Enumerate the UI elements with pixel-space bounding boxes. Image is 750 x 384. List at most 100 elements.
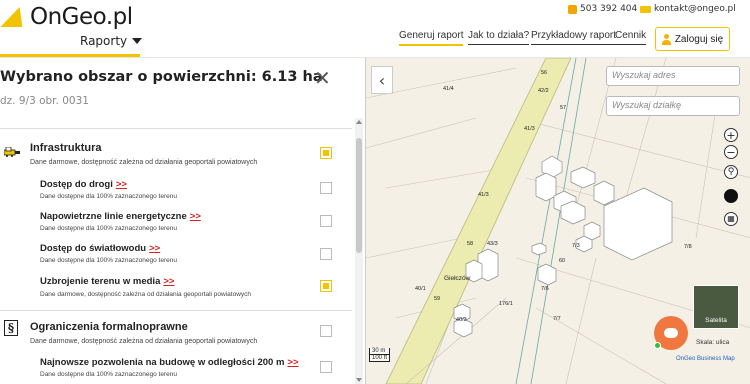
item-utilities[interactable]: Uzbrojenie terenu w media >> [40, 276, 174, 287]
scale-feet: 100 ft [369, 355, 391, 362]
item-road-access-label: Dostęp do drogi [40, 179, 113, 190]
address-search-input[interactable]: Wyszukaj adres [606, 66, 740, 86]
checkbox-road-access[interactable] [320, 182, 332, 194]
panel-scrollbar[interactable] [355, 118, 363, 384]
logo-triangle-icon [0, 7, 30, 27]
item-building-permits-label: Najnowsze pozwolenia na budowę w odległo… [40, 357, 285, 368]
panel-subtitle: dz. 9/3 obr. 0031 [0, 95, 89, 107]
section-divider [0, 310, 352, 311]
item-building-permits-desc: Dane dostępne dla 100% zaznaczonego tere… [40, 371, 177, 378]
item-building-permits[interactable]: Najnowsze pozwolenia na budowę w odległo… [40, 357, 299, 368]
phone-icon [568, 4, 577, 14]
scroll-down-icon[interactable] [356, 378, 362, 382]
parcel-label: 41/3 [524, 126, 535, 132]
paragraph-icon: § [4, 320, 18, 336]
item-building-permits-link[interactable]: >> [287, 357, 298, 368]
item-road-access-link[interactable]: >> [116, 179, 127, 190]
checkbox-legal[interactable] [320, 325, 332, 337]
parcel-search-input[interactable]: Wyszukaj działkę [606, 96, 740, 116]
section-title-infrastructure: Infrastruktura [30, 142, 102, 154]
parcel-label: 59 [434, 296, 440, 302]
item-road-access[interactable]: Dostęp do drogi >> [40, 179, 127, 190]
scale-level-label: Skala: ulica [696, 339, 730, 346]
item-power-lines-label: Napowietrzne linie energetyczne [40, 211, 187, 222]
checkbox-fiber-access[interactable] [320, 248, 332, 260]
email-contact[interactable]: kontakt@ongeo.pl [640, 4, 736, 14]
logo-underline [0, 54, 140, 57]
map-view[interactable]: 56 42/2 57 41/4 41/3 41/3 58 43/3 7/3 60… [365, 58, 750, 384]
checkbox-building-permits[interactable] [320, 361, 332, 373]
place-label: Giełczów [444, 275, 471, 282]
map-attribution[interactable]: OnGeo Business Map [676, 356, 735, 362]
parcel-label: 42/2 [538, 88, 549, 94]
parcel-label: 58 [467, 241, 473, 247]
item-power-lines-desc: Dane dostępne dla 100% zaznaczonego tere… [40, 225, 177, 232]
item-utilities-label: Uzbrojenie terenu w media [40, 276, 161, 287]
parcel-label: 40/1 [415, 286, 426, 292]
phone-contact[interactable]: 503 392 404 [568, 4, 637, 14]
panel-title: Wybrano obszar o powierzchni: 6.13 ha [0, 69, 323, 85]
layers-icon[interactable]: ▦ [724, 212, 738, 226]
section-title-legal: Ograniczenia formalnoprawne [30, 321, 188, 333]
item-fiber-access-label: Dostęp do światłowodu [40, 243, 147, 254]
parcel-label: 7/8 [684, 244, 692, 250]
parcel-label: 41/3 [478, 192, 489, 198]
caret-down-icon [132, 38, 143, 44]
user-icon [661, 33, 671, 45]
parcel-label: 40/3 [456, 317, 467, 323]
zoom-in-icon[interactable]: + [724, 128, 738, 142]
item-fiber-access-link[interactable]: >> [149, 243, 160, 254]
scroll-up-icon[interactable] [356, 120, 362, 124]
checkbox-infrastructure[interactable] [320, 147, 332, 159]
item-power-lines[interactable]: Napowietrzne linie energetyczne >> [40, 211, 201, 222]
email-address: kontakt@ongeo.pl [654, 4, 736, 14]
header: OnGeo.pl Raporty 503 392 404 kontakt@ong… [0, 0, 750, 58]
item-utilities-link[interactable]: >> [163, 276, 174, 287]
collapse-panel-button[interactable]: ‹ [371, 66, 393, 94]
zoom-out-icon[interactable]: − [724, 145, 738, 159]
parcel-label: 7/3 [572, 243, 580, 249]
scale-meters: 30 m [369, 348, 391, 355]
parcel-label: 41/4 [443, 86, 454, 92]
logo[interactable]: OnGeo.pl [0, 4, 133, 30]
item-power-lines-link[interactable]: >> [190, 211, 201, 222]
reports-menu[interactable]: Raporty [80, 34, 143, 48]
login-label: Zaloguj się [674, 33, 724, 45]
section-desc-legal: Dane darmowe, dostępność zależna od dzia… [30, 338, 258, 345]
excavator-icon [4, 147, 20, 157]
parcel-label: 176/1 [499, 301, 513, 307]
item-road-access-desc: Dane dostępne dla 100% zaznaczonego tere… [40, 193, 177, 200]
parcel-label: 7/6 [541, 286, 549, 292]
parcel-label: 56 [541, 70, 547, 76]
parcel-label: 57 [560, 105, 566, 111]
parcel-label: 43/3 [487, 241, 498, 247]
item-fiber-access-desc: Dane dostępne dla 100% zaznaczonego tere… [40, 257, 177, 264]
map-scale-bar: 30 m 100 ft [369, 348, 391, 362]
scroll-thumb[interactable] [356, 138, 362, 253]
satellite-label: Satelita [705, 317, 727, 324]
checkbox-power-lines[interactable] [320, 215, 332, 227]
phone-number: 503 392 404 [580, 4, 638, 14]
section-desc-infrastructure: Dane darmowe, dostępność zależna od dzia… [30, 159, 258, 166]
nav-pricing[interactable]: Cennik [615, 30, 647, 45]
parcel-label: 7/7 [553, 316, 561, 322]
divider [0, 128, 352, 129]
online-status-dot [654, 342, 661, 349]
satellite-toggle[interactable]: Satelita [693, 285, 739, 329]
chat-icon [664, 328, 678, 338]
login-button[interactable]: Zaloguj się [655, 27, 730, 51]
draw-area-icon[interactable] [724, 189, 738, 203]
chevron-left-icon: ‹ [378, 70, 386, 90]
nav-how-it-works[interactable]: Jak to działa? [468, 30, 530, 45]
reports-menu-label: Raporty [80, 34, 128, 48]
item-fiber-access[interactable]: Dostęp do światłowodu >> [40, 243, 160, 254]
nav-sample-report[interactable]: Przykładowy raport [531, 30, 617, 45]
report-panel: Wybrano obszar o powierzchni: 6.13 ha dz… [0, 58, 365, 384]
magnifier-icon[interactable]: ⚲ [724, 165, 738, 179]
nav-generate-report[interactable]: Generuj raport [399, 30, 464, 46]
logo-text: OnGeo.pl [30, 4, 133, 30]
checkbox-utilities[interactable] [320, 280, 332, 292]
parcel-label: 60 [559, 258, 565, 264]
item-utilities-desc: Dane darmowe, dostępność zależna od dzia… [40, 291, 252, 298]
close-icon[interactable]: ✕ [314, 66, 331, 90]
